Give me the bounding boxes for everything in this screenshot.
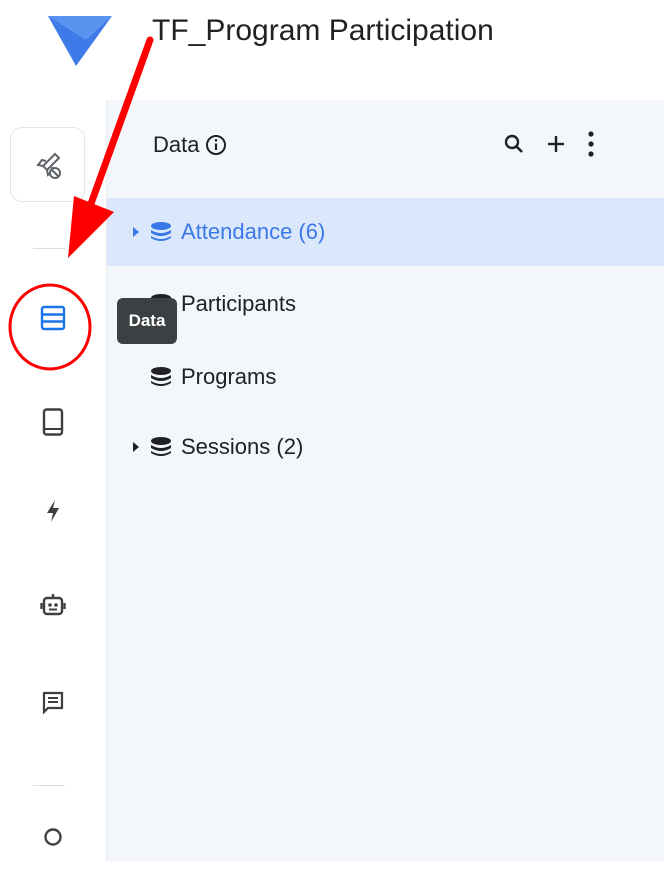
message-icon <box>42 691 64 715</box>
table-label: Attendance (6) <box>181 219 326 244</box>
database-icon <box>149 436 173 458</box>
more-vert-icon[interactable] <box>587 130 595 158</box>
app-title: TF_Program Participation <box>152 14 494 47</box>
database-icon <box>149 366 173 388</box>
tooltip: Data <box>117 298 177 344</box>
panel-title: Data <box>153 132 200 157</box>
search-icon <box>44 828 62 846</box>
table-row-sessions[interactable]: Sessions (2) <box>107 413 664 481</box>
add-icon[interactable] <box>545 133 567 155</box>
app-logo-icon[interactable] <box>46 10 114 68</box>
panel-header: Data <box>153 132 227 158</box>
rail-divider <box>33 248 65 249</box>
robot-icon <box>40 594 66 616</box>
app-header: TF_Program Participation <box>0 0 664 100</box>
info-icon[interactable] <box>205 134 227 156</box>
launch-button[interactable] <box>10 127 85 202</box>
rocket-off-icon <box>35 152 61 179</box>
expand-caret-icon[interactable] <box>129 226 143 238</box>
table-row-programs[interactable]: Programs <box>107 343 664 411</box>
panel-actions <box>503 130 595 158</box>
table-label: Programs <box>181 364 277 389</box>
expand-caret-icon[interactable] <box>129 441 143 453</box>
rail-item-bots[interactable] <box>0 574 106 638</box>
rail-item-automation[interactable] <box>0 479 106 543</box>
table-row-participants[interactable]: Participants <box>107 270 664 338</box>
database-icon <box>149 221 173 243</box>
rail-item-views[interactable] <box>0 390 106 454</box>
navigation-rail <box>0 100 107 861</box>
rail-item-chat[interactable] <box>0 671 106 735</box>
rail-item-data[interactable] <box>0 286 106 350</box>
rail-item-search[interactable] <box>0 805 106 869</box>
table-row-attendance[interactable]: Attendance (6) <box>107 198 664 266</box>
rail-divider <box>33 785 65 786</box>
table-label: Sessions (2) <box>181 434 304 459</box>
phone-icon <box>42 408 64 436</box>
bolt-icon <box>47 500 59 522</box>
data-panel: Data Attendance (6) Participants Program… <box>107 100 664 861</box>
table-label: Participants <box>181 291 296 316</box>
table-rows-icon <box>40 305 66 331</box>
search-icon[interactable] <box>503 133 525 155</box>
